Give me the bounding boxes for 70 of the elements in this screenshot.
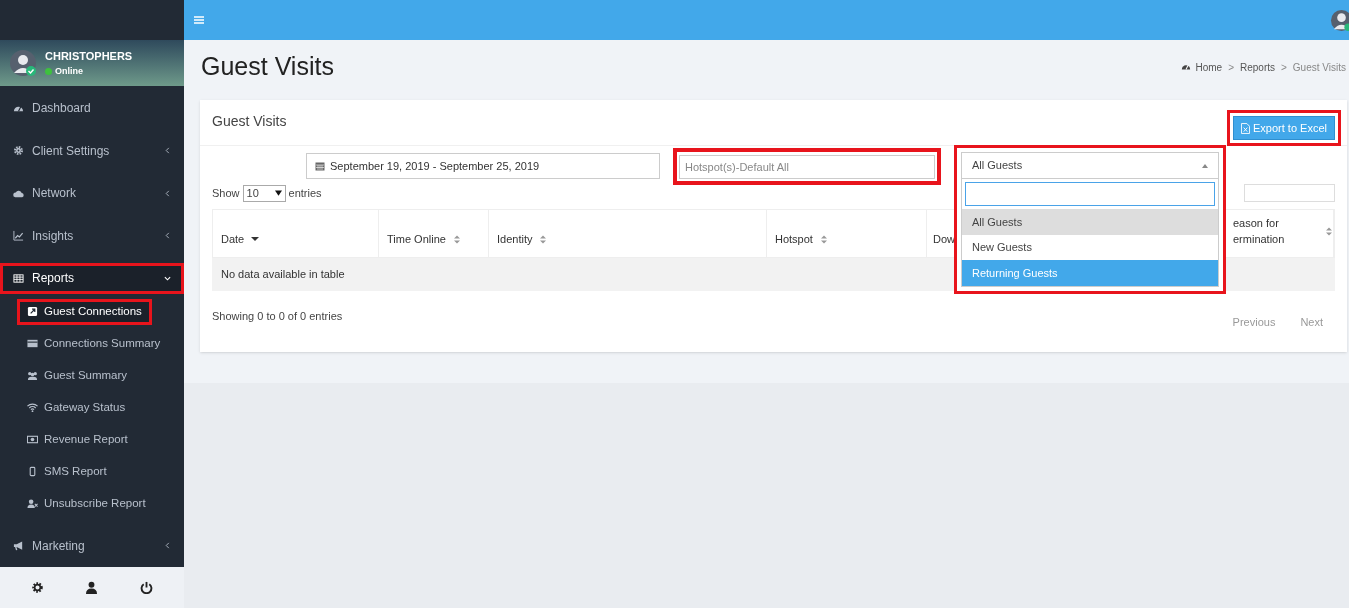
column-header[interactable]: Identity [497, 231, 548, 247]
users-icon [27, 370, 38, 381]
sidebar-subitem[interactable]: Gateway Status [17, 394, 136, 421]
dropdown-option[interactable]: All Guests [962, 209, 1218, 235]
external-link-icon [27, 306, 38, 317]
sort-icon [539, 234, 548, 244]
page-title: Guest Visits [201, 51, 334, 83]
empty-table-message: No data available in table [221, 267, 345, 283]
page-size-select[interactable]: 10 [242, 184, 286, 202]
hotspot-field[interactable]: Hotspot(s)-Default All [679, 154, 935, 179]
calendar-icon [315, 161, 325, 171]
user-name: CHRISTOPHERS [45, 49, 133, 64]
breadcrumb-link[interactable]: Reports [1239, 59, 1275, 75]
sort-icon [819, 234, 828, 244]
chevron-icon [164, 147, 171, 155]
caret-icon [1202, 163, 1208, 168]
search-field[interactable] [1244, 184, 1335, 202]
power-icon[interactable] [139, 581, 153, 594]
column-header[interactable]: Date [221, 231, 260, 247]
column-header[interactable]: Hotspot [775, 231, 828, 247]
sidebar-item[interactable]: Client Settings [0, 135, 184, 167]
breadcrumb-separator: > [1228, 60, 1234, 75]
user-status: Online [55, 64, 83, 78]
table-icon [13, 272, 24, 284]
sidebar-item[interactable]: Insights [0, 220, 184, 252]
sidebar-item[interactable]: Network [0, 177, 184, 209]
sidebar-subitem[interactable]: Revenue Report [17, 426, 138, 453]
phone-icon [27, 466, 38, 477]
chevron-icon [164, 189, 171, 197]
sidebar-subitem[interactable]: SMS Report [17, 458, 117, 485]
table-info: Showing 0 to 0 of 0 entries [212, 309, 343, 324]
sidebar-item[interactable]: Reports [0, 262, 184, 294]
sidebar-subitem[interactable]: Connections Summary [17, 330, 171, 357]
megaphone-icon [13, 540, 24, 552]
breadcrumb-link[interactable]: Home [1181, 59, 1223, 75]
wifi-icon [27, 402, 38, 413]
sidebar-item[interactable]: Dashboard [0, 92, 184, 124]
date-range-text: September 19, 2019 - September 25, 2019 [330, 158, 540, 174]
settings-icon[interactable] [31, 581, 45, 594]
sort-icon [452, 234, 461, 244]
chevron-icon [164, 274, 171, 282]
avatar-icon[interactable] [1330, 8, 1349, 32]
card-icon [27, 338, 38, 349]
sidebar-subitem[interactable]: Guest Connections [17, 298, 152, 325]
avatar-icon [9, 49, 37, 77]
sort-icon [1325, 226, 1333, 236]
line-chart-icon [13, 230, 24, 242]
show-label: Show [212, 185, 240, 201]
settings-icon [13, 145, 24, 157]
sidebar-item[interactable]: Marketing [0, 530, 184, 562]
sidebar-subitem[interactable]: Guest Summary [17, 362, 138, 389]
user-remove-icon [27, 498, 38, 509]
column-header[interactable]: Dow [933, 231, 955, 247]
card-title: Guest Visits [212, 112, 287, 131]
entries-label: entries [288, 185, 322, 201]
excel-file-icon [1241, 122, 1250, 134]
gauge-icon [1181, 62, 1192, 72]
money-icon [27, 434, 38, 445]
breadcrumb-separator: > [1281, 60, 1287, 75]
column-header[interactable]: Time Online [387, 231, 461, 247]
user-icon[interactable] [86, 581, 98, 594]
chevron-icon [164, 542, 171, 550]
date-range-field[interactable]: September 19, 2019 - September 25, 2019 [306, 153, 660, 179]
dropdown-search-field[interactable] [965, 182, 1215, 206]
chevron-icon [164, 232, 171, 240]
caret-icon [274, 190, 282, 196]
sort-icon [251, 234, 260, 244]
sidebar-subitem[interactable]: Unsubscribe Report [17, 490, 156, 517]
column-header[interactable]: eason for ermination [1233, 215, 1333, 247]
guest-type-select[interactable]: All Guests [961, 152, 1219, 179]
